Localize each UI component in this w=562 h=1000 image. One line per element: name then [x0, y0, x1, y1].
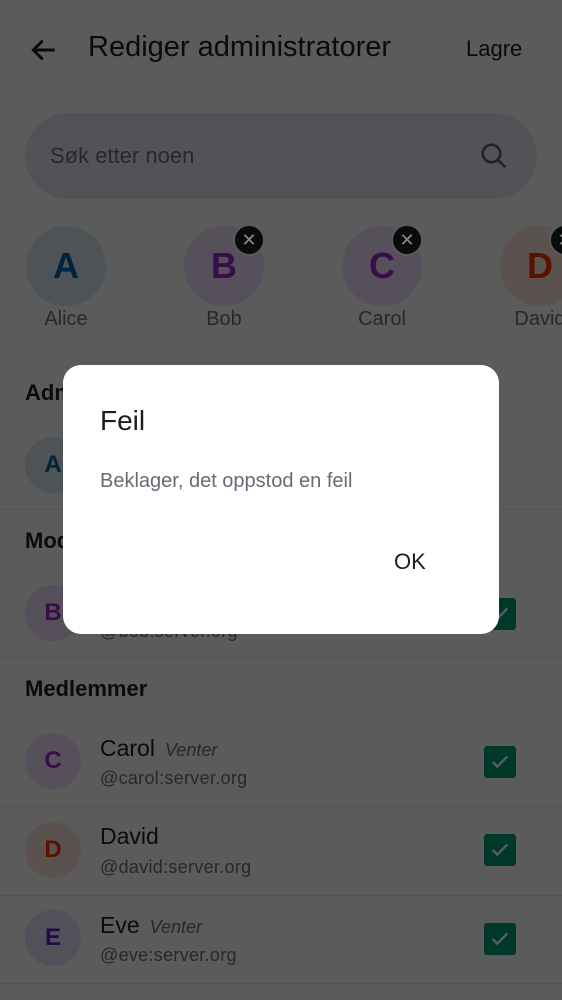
ok-button[interactable]: OK [388, 545, 432, 579]
user-id: @carol:server.org [100, 768, 248, 788]
user-id: @eve:server.org [100, 945, 237, 965]
search-icon [481, 143, 507, 169]
selected-avatar-alice: A [26, 226, 106, 306]
selected-name: Alice [44, 308, 88, 330]
status-label: Venter [149, 917, 203, 937]
error-dialog: Feil Beklager, det oppstod en feil OK [63, 365, 499, 634]
check-icon [491, 932, 509, 946]
avatar: D [25, 822, 81, 878]
check-icon [491, 755, 509, 769]
divider [0, 983, 562, 984]
checkbox[interactable] [484, 746, 516, 778]
remove-carol-icon[interactable]: ✕ [391, 224, 423, 256]
status-label: Venter [164, 740, 218, 760]
user-id: @david:server.org [100, 857, 252, 877]
selected-name: Carol [358, 308, 406, 330]
page-title: Rediger administratorer [88, 31, 392, 63]
divider [0, 657, 562, 658]
save-button[interactable]: Lagre [466, 36, 522, 62]
avatar: C [25, 733, 81, 789]
member-name: Carol [100, 735, 155, 761]
selected-name: David [514, 308, 562, 330]
member-name: David [100, 823, 159, 849]
divider [0, 895, 562, 896]
back-arrow-icon[interactable] [28, 34, 60, 66]
dialog-message: Beklager, det oppstod en feil [100, 470, 353, 492]
search-placeholder: Søk etter noen [50, 143, 195, 168]
search-input[interactable]: Søk etter noen [25, 113, 537, 199]
checkbox[interactable] [484, 923, 516, 955]
remove-bob-icon[interactable]: ✕ [233, 224, 265, 256]
member-name: Eve [100, 912, 140, 938]
selected-name: Bob [206, 308, 242, 330]
avatar: E [25, 910, 81, 966]
dialog-title: Feil [100, 405, 146, 436]
checkbox[interactable] [484, 834, 516, 866]
divider [0, 806, 562, 807]
section-members: Medlemmer [25, 676, 148, 701]
check-icon [491, 843, 509, 857]
